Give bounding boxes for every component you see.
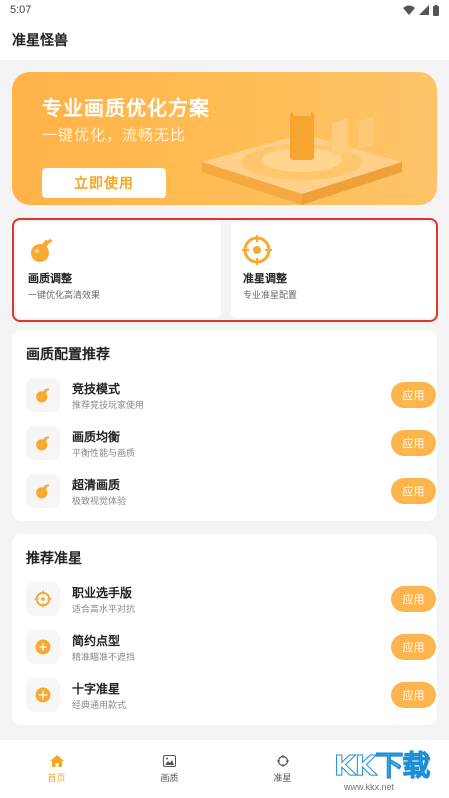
nav-crosshair-label: 准星 [273, 772, 292, 783]
quality-adjust-subtitle: 一键优化高清效果 [28, 290, 101, 300]
crosshair-icon [26, 582, 60, 616]
app-title: 准星怪兽 [12, 32, 68, 48]
item-desc: 适合高水平对抗 [72, 604, 136, 614]
use-now-button[interactable]: 立即使用 [42, 168, 166, 198]
apply-button[interactable]: 应用 [391, 682, 436, 708]
apply-button[interactable]: 应用 [391, 430, 436, 456]
apply-button[interactable]: 应用 [391, 478, 436, 504]
quality-adjust-title: 画质调整 [28, 273, 72, 285]
signal-icon [419, 5, 429, 15]
list-item: 竞技模式 推荐竞技玩家使用 应用 [26, 376, 436, 416]
nav-quality-label: 画质 [160, 772, 179, 783]
crosshair-adjust-subtitle: 专业准星配置 [243, 290, 298, 300]
section-title: 画质配置推荐 [26, 346, 110, 362]
list-item: 简约点型 精准瞄准不遮挡 应用 [26, 628, 436, 668]
promo-banner[interactable]: 专业画质优化方案 一键优化，流畅无比 立即使用 [12, 72, 437, 205]
banner-subtitle: 一键优化，流畅无比 [42, 127, 187, 144]
main-content: 专业画质优化方案 一键优化，流畅无比 立即使用 画质调整 一键优化高清效果 准星… [0, 60, 449, 740]
status-icons [403, 4, 439, 16]
item-name: 竞技模式 [72, 382, 121, 396]
magic-bottle-icon [26, 474, 60, 508]
watermark-url: www.kkx.net [344, 782, 395, 792]
item-desc: 经典通用款式 [72, 700, 127, 710]
home-icon [49, 754, 64, 767]
app-bar: 准星怪兽 [0, 20, 449, 60]
crosshair-adjust-card[interactable]: 准星调整 专业准星配置 [231, 222, 436, 318]
magic-bottle-icon [31, 238, 53, 262]
item-desc: 精准瞄准不遮挡 [72, 652, 136, 662]
image-icon [163, 754, 176, 767]
banner-title: 专业画质优化方案 [42, 98, 210, 120]
magic-bottle-icon [26, 378, 60, 412]
quality-adjust-card[interactable]: 画质调整 一键优化高清效果 [16, 222, 221, 318]
item-name: 画质均衡 [72, 430, 121, 444]
quick-actions: 画质调整 一键优化高清效果 准星调整 专业准星配置 [12, 218, 438, 322]
status-bar: 5:07 [0, 0, 449, 20]
item-name: 简约点型 [72, 634, 121, 648]
watermark: KK下载 www.kkx.net [330, 740, 449, 798]
cross-crosshair-icon [26, 678, 60, 712]
item-name: 十字准星 [72, 682, 121, 696]
battery-icon [433, 4, 439, 16]
nav-quality[interactable]: 画质 [113, 740, 226, 798]
item-desc: 推荐竞技玩家使用 [72, 400, 145, 410]
list-item: 画质均衡 平衡性能与画质 应用 [26, 424, 436, 464]
wifi-icon [403, 5, 415, 15]
crosshair-icon [276, 754, 289, 767]
crosshair-adjust-title: 准星调整 [243, 273, 287, 285]
nav-home[interactable]: 首页 [0, 740, 113, 798]
item-desc: 极致视觉体验 [72, 496, 127, 506]
list-item: 职业选手版 适合高水平对抗 应用 [26, 580, 436, 620]
list-item: 超清画质 极致视觉体验 应用 [26, 472, 436, 512]
item-name: 职业选手版 [72, 586, 133, 600]
item-desc: 平衡性能与画质 [72, 448, 136, 458]
magic-bottle-icon [26, 426, 60, 460]
list-item: 十字准星 经典通用款式 应用 [26, 676, 436, 716]
watermark-logo: KK下载 [333, 749, 430, 783]
item-name: 超清画质 [72, 478, 121, 492]
apply-button[interactable]: 应用 [391, 634, 436, 660]
crosshair-presets-section: 推荐准星 职业选手版 适合高水平对抗 应用 简约点型 精准瞄准不遮挡 应用 十字… [12, 534, 437, 725]
crosshair-icon [242, 235, 272, 265]
apply-button[interactable]: 应用 [391, 382, 436, 408]
nav-crosshair[interactable]: 准星 [226, 740, 339, 798]
nav-home-label: 首页 [47, 772, 66, 783]
status-time: 5:07 [10, 4, 32, 16]
dot-crosshair-icon [26, 630, 60, 664]
apply-button[interactable]: 应用 [391, 586, 436, 612]
quality-presets-section: 画质配置推荐 竞技模式 推荐竞技玩家使用 应用 画质均衡 平衡性能与画质 应用 … [12, 330, 437, 521]
section-title: 推荐准星 [26, 550, 82, 566]
